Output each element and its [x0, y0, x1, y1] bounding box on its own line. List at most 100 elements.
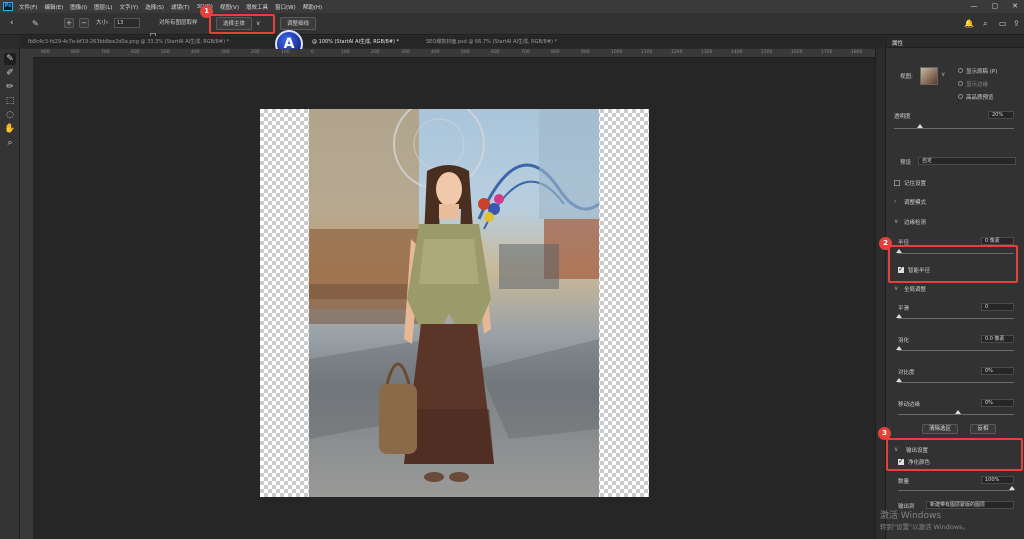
feather-slider-thumb[interactable] [896, 346, 902, 350]
feather-field[interactable]: 0.0 像素 [981, 335, 1014, 343]
menu-view[interactable]: 视图(V) [220, 3, 239, 11]
quick-selection-tool-icon[interactable]: ✎ [4, 53, 16, 65]
menu-image[interactable]: 图像(I) [70, 3, 87, 11]
menu-bar: Ps 文件(F) 编辑(E) 图像(I) 图层(L) 文字(Y) 选择(S) 滤… [0, 0, 1024, 13]
ruler-tick-label: 500 [161, 50, 170, 55]
shift-edge-field[interactable]: 0% [981, 399, 1014, 407]
canvas-vertical-scrollbar[interactable] [875, 49, 884, 539]
clear-selection-button[interactable]: 清除选区 [922, 424, 958, 434]
amount-field[interactable]: 100% [981, 476, 1014, 484]
contrast-slider-thumb[interactable] [896, 378, 902, 382]
canvas-area[interactable] [33, 58, 884, 539]
document-transparency-grid[interactable] [260, 109, 649, 497]
subtract-from-selection-icon[interactable]: − [79, 18, 89, 28]
highlight-box-3 [886, 438, 1023, 471]
contrast-field[interactable]: 0% [981, 367, 1014, 375]
close-icon[interactable]: ✕ [1012, 2, 1018, 10]
object-select-icon[interactable]: ⬚ [4, 95, 16, 107]
radius-field[interactable]: 0 像素 [981, 237, 1014, 245]
step-badge-1: 1 [200, 5, 213, 18]
brush-size-field[interactable]: 13 [114, 18, 140, 28]
menu-window[interactable]: 窗口(W) [275, 3, 296, 11]
smooth-slider-thumb[interactable] [896, 314, 902, 318]
menu-type[interactable]: 文字(Y) [120, 3, 139, 11]
amount-slider[interactable] [898, 490, 1014, 491]
lasso-tool-icon[interactable]: ◌ [4, 109, 16, 121]
ruler-tick-label: 300 [401, 50, 410, 55]
activate-windows-title: 激活 Windows [880, 511, 942, 521]
workspace-icon[interactable]: ▭ [999, 17, 1007, 30]
feather-label: 羽化 [898, 338, 910, 344]
back-icon[interactable]: ‹ [10, 17, 14, 30]
menu-file[interactable]: 文件(F) [19, 3, 37, 11]
shift-edge-slider[interactable] [898, 414, 1014, 415]
ruler-tick-label: 1600 [791, 50, 803, 55]
photo-woman-at-amusement-park [309, 109, 599, 497]
global-adjust-expand-icon[interactable]: ∨ [894, 285, 898, 292]
shift-edge-slider-thumb[interactable] [955, 410, 961, 414]
highlight-box-2 [888, 245, 1018, 283]
add-to-selection-icon[interactable]: + [64, 18, 74, 28]
menu-plugins[interactable]: 增效工具 [246, 3, 268, 11]
view-dropdown-icon[interactable]: ∨ [941, 71, 945, 78]
ruler-tick-label: 700 [101, 50, 110, 55]
tab-document-2[interactable]: @ 100% (StartAI AI生成, RGB/8#) * [312, 38, 399, 45]
remember-settings-checkbox[interactable] [894, 180, 900, 186]
minimize-icon[interactable]: — [971, 2, 978, 10]
ruler-tick-label: 800 [551, 50, 560, 55]
smooth-field[interactable]: 0 [981, 303, 1014, 311]
menu-help[interactable]: 帮助(H) [303, 3, 322, 11]
view-mode-section[interactable]: 调整模式 [904, 198, 926, 206]
notification-bell-icon[interactable]: 🔔 [964, 17, 974, 30]
brush-tool-icon[interactable]: ✏ [4, 81, 16, 93]
show-original-checkbox[interactable] [958, 68, 963, 73]
ruler-tick-label: 1200 [671, 50, 683, 55]
menu-select[interactable]: 选择(S) [145, 3, 164, 11]
menu-edit[interactable]: 编辑(E) [44, 3, 63, 11]
step-badge-2: 2 [879, 237, 892, 250]
ruler-tick-label: 800 [71, 50, 80, 55]
ruler-tick-label: 600 [131, 50, 140, 55]
menu-filter[interactable]: 滤镜(T) [171, 3, 190, 11]
edge-detection-expand-icon[interactable]: ∨ [894, 218, 898, 225]
view-mode-thumbnail[interactable] [920, 67, 938, 85]
ruler-tick-label: 400 [431, 50, 440, 55]
view-mode-expand-icon[interactable]: › [894, 198, 896, 205]
contrast-slider[interactable] [898, 382, 1014, 383]
show-edge-checkbox[interactable] [958, 81, 963, 86]
maximize-icon[interactable]: ▢ [992, 2, 999, 10]
tools-panel: ✎ ✐ ✏ ⬚ ◌ ✋ ⌕ [0, 49, 20, 539]
tab-document-3[interactable]: SEO爆款封面.psd @ 66.7% (StartAI AI生成, RGB/8… [426, 38, 557, 45]
ruler-tick-label: 500 [461, 50, 470, 55]
high-quality-preview-checkbox[interactable] [958, 94, 963, 99]
ruler-tick-label: 200 [371, 50, 380, 55]
preset-dropdown[interactable]: 自定 [918, 157, 1016, 165]
ruler-tick-label: 400 [191, 50, 200, 55]
properties-tab[interactable]: 属性 [886, 36, 1024, 48]
properties-title: 属性 [892, 41, 904, 47]
preset-label: 预设 [900, 160, 912, 166]
tab-document-1[interactable]: fb8c4c3-fd29-4c7e-bf19-263bb8ee2d0a.png … [28, 38, 229, 45]
edge-detection-section[interactable]: 边缘检测 [904, 218, 926, 226]
window-controls: — ▢ ✕ [971, 2, 1019, 10]
invert-button[interactable]: 反相 [970, 424, 996, 434]
amount-slider-thumb[interactable] [1009, 486, 1015, 490]
search-icon[interactable]: ⌕ [983, 17, 987, 30]
ruler-tick-label: 1100 [641, 50, 653, 55]
hand-tool-icon[interactable]: ✋ [4, 123, 16, 135]
smooth-slider[interactable] [898, 318, 1014, 319]
refine-hair-button[interactable]: 调整细线 [280, 17, 317, 30]
contrast-label: 对比度 [898, 370, 915, 376]
zoom-tool-icon[interactable]: ⌕ [4, 137, 16, 149]
opacity-slider[interactable] [894, 128, 1014, 129]
show-original-label: 显示原稿 (P) [966, 69, 998, 75]
opacity-field[interactable]: 20% [988, 111, 1014, 119]
global-adjust-section[interactable]: 全局调整 [904, 285, 926, 293]
feather-slider[interactable] [898, 350, 1014, 351]
share-icon[interactable]: ⇪ [1013, 17, 1020, 30]
menu-layer[interactable]: 图层(L) [94, 3, 112, 11]
opacity-slider-thumb[interactable] [917, 124, 923, 128]
ruler-tick-label: 700 [521, 50, 530, 55]
highlight-box-1 [209, 14, 275, 34]
refine-edge-brush-icon[interactable]: ✐ [4, 67, 16, 79]
